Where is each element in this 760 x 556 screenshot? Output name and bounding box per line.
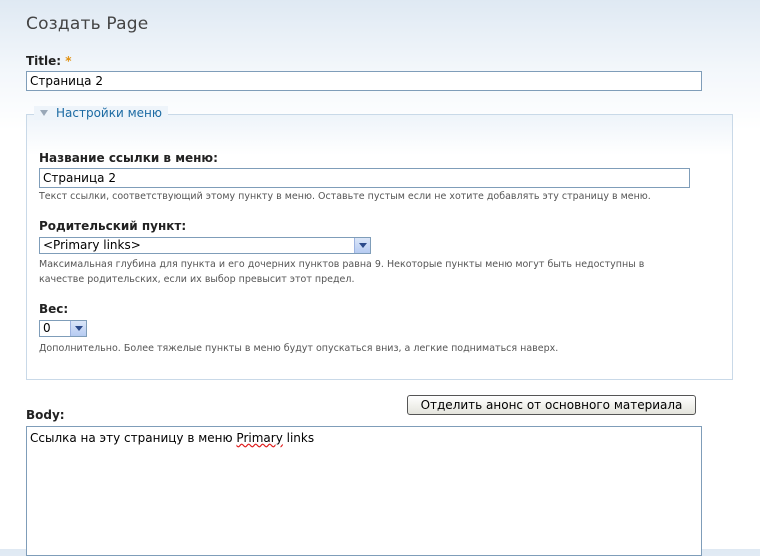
body-text-part1: Ссылка на эту страницу в меню (30, 431, 237, 445)
body-text-misspelled: Primary (236, 431, 283, 445)
weight-label: Вес: (39, 302, 69, 316)
menu-link-title-input[interactable] (39, 168, 690, 188)
parent-item-description-line2: качестве родительских, если их выбор пре… (39, 274, 355, 285)
split-summary-button[interactable]: Отделить анонс от основного материала (407, 395, 696, 415)
title-input[interactable] (26, 71, 702, 91)
weight-description: Дополнительно. Более тяжелые пункты в ме… (39, 343, 559, 354)
required-mark: * (65, 54, 72, 68)
title-label: Title: * (26, 54, 72, 68)
title-label-text: Title: (26, 54, 62, 68)
dropdown-arrow-icon[interactable] (354, 238, 370, 253)
dropdown-arrow-icon[interactable] (70, 321, 86, 336)
parent-item-label: Родительский пункт: (39, 219, 187, 233)
weight-selected-value: 0 (43, 321, 51, 335)
body-textarea[interactable]: Ссылка на эту страницу в меню Primary li… (26, 426, 702, 556)
menu-link-title-label: Название ссылки в меню: (39, 151, 218, 165)
parent-item-description-line1: Максимальная глубина для пункта и его до… (39, 259, 645, 270)
menu-settings-legend-label: Настройки меню (56, 106, 162, 120)
weight-select[interactable]: 0 (39, 320, 87, 337)
parent-item-select[interactable]: <Primary links> (39, 237, 371, 254)
collapse-triangle-icon (40, 110, 48, 116)
parent-item-selected-value: <Primary links> (43, 238, 141, 252)
body-text-part2: links (282, 431, 315, 445)
body-label: Body: (26, 408, 65, 422)
menu-link-title-description: Текст ссылки, соответствующий этому пунк… (39, 191, 651, 202)
menu-settings-legend[interactable]: Настройки меню (34, 106, 168, 120)
page-title: Создать Page (26, 14, 149, 34)
